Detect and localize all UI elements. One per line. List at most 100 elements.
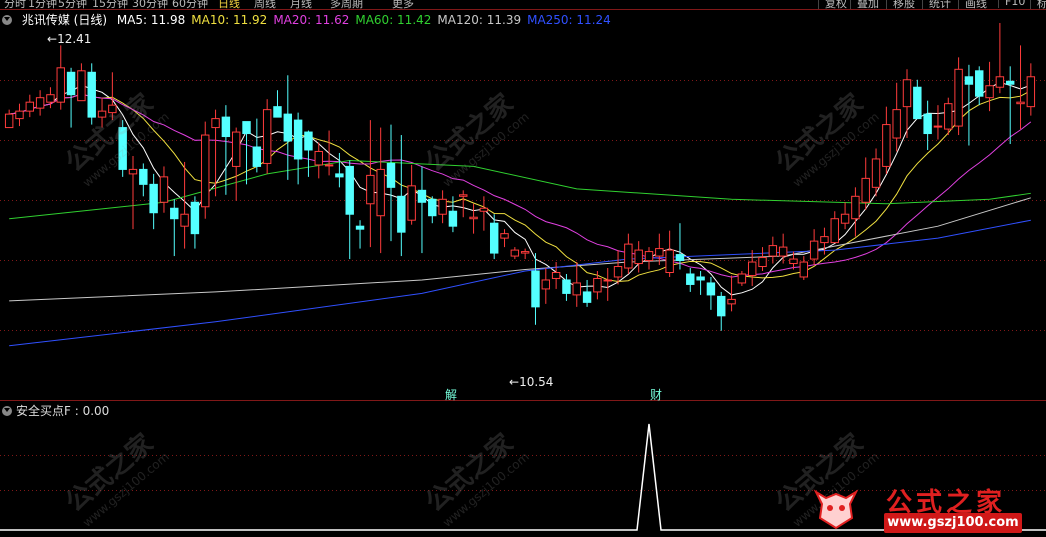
low-price-label: ←10.54: [509, 375, 554, 389]
grid: [0, 9, 1046, 491]
candle: [448, 210, 458, 227]
candle: [345, 165, 354, 215]
candle: [923, 113, 932, 135]
candle: [551, 271, 561, 279]
candle: [293, 119, 303, 160]
candle: [190, 201, 200, 235]
candle: [727, 298, 736, 305]
candle: [417, 189, 427, 203]
candle: [964, 76, 974, 85]
candle: [995, 76, 1005, 88]
candle: [252, 146, 262, 167]
candle: [840, 213, 850, 224]
candle: [324, 164, 334, 167]
bull-logo-icon: [813, 489, 859, 530]
candle: [520, 251, 530, 254]
candle: [459, 194, 468, 197]
candle: [541, 279, 551, 290]
candle: [314, 150, 323, 166]
candle: [1016, 101, 1025, 105]
candle: [717, 295, 726, 317]
candle: [201, 134, 210, 208]
candle: [820, 236, 829, 244]
candle: [77, 70, 86, 102]
candle: [386, 162, 396, 188]
candle: [25, 101, 35, 112]
candle: [128, 168, 138, 175]
candle: [882, 124, 891, 167]
candle: [221, 116, 231, 138]
candle: [35, 97, 45, 109]
chevron-down-icon[interactable]: [2, 406, 12, 416]
candle: [913, 86, 922, 120]
candle: [985, 85, 994, 99]
candle: [66, 71, 76, 96]
candle: [758, 257, 767, 268]
candle: [170, 207, 179, 220]
candle: [634, 249, 643, 265]
stock-name: 兆讯传媒 (日线): [21, 13, 108, 27]
indicator-legend-text: 安全买点F : 0.00: [16, 404, 110, 418]
candle: [933, 125, 943, 128]
ma-legend-item: MA120: 11.39: [437, 13, 522, 27]
candle: [180, 213, 189, 227]
candle: [87, 71, 96, 118]
candle: [851, 195, 860, 220]
candle: [159, 176, 169, 203]
candle: [355, 225, 365, 230]
candle: [737, 273, 747, 284]
candle: [655, 248, 664, 257]
candle: [975, 70, 984, 97]
candle: [15, 110, 24, 120]
candle: [273, 106, 282, 118]
candle: [944, 103, 953, 130]
candle: [479, 207, 489, 212]
candle: [242, 121, 251, 135]
candle: [283, 113, 293, 142]
high-price-label: ←12.41: [47, 32, 92, 46]
candle: [1026, 76, 1036, 108]
candle: [778, 246, 788, 257]
candle: [531, 270, 540, 308]
indicator-legend: 安全买点F : 0.00: [2, 402, 109, 419]
ma-legend-item: MA10: 11.92: [191, 13, 268, 27]
event-marker-cai[interactable]: 财: [650, 386, 662, 403]
ma-legend: MA5: 11.98 MA10: 11.92 MA20: 11.62 MA60: 11…: [117, 13, 617, 27]
candle: [644, 251, 654, 262]
chevron-down-icon[interactable]: [2, 15, 12, 25]
candle: [892, 109, 901, 139]
candle: [500, 233, 509, 239]
candle: [686, 273, 695, 285]
candle: [438, 198, 447, 215]
event-marker-jie[interactable]: 解: [445, 386, 457, 403]
candle: [489, 222, 499, 254]
candle: [768, 245, 778, 257]
candle: [799, 261, 809, 278]
candle: [469, 216, 478, 220]
candle: [861, 177, 870, 203]
candle: [149, 183, 158, 214]
candle: [304, 131, 313, 151]
candle: [665, 249, 674, 273]
candle: [675, 254, 685, 262]
candle: [428, 198, 437, 217]
candle: [1005, 80, 1015, 85]
candle: [562, 279, 571, 294]
candle: [902, 79, 912, 108]
candle: [809, 240, 819, 260]
candle: [582, 291, 592, 303]
candle: [56, 67, 65, 103]
candle: [603, 279, 612, 282]
candle: [262, 109, 272, 164]
ma-legend-item: MA60: 11.42: [355, 13, 432, 27]
candle: [747, 261, 757, 276]
candle: [211, 118, 220, 129]
main-legend: 兆讯传媒 (日线) MA5: 11.98 MA10: 11.92 MA20: 11.…: [2, 11, 623, 28]
ma-legend-item: MA20: 11.62: [273, 13, 350, 27]
candle: [954, 68, 963, 127]
candle: [613, 266, 623, 278]
candle: [335, 173, 344, 178]
low-price-value: 10.54: [519, 375, 554, 389]
ma-legend-item: MA250: 11.24: [527, 13, 611, 27]
ma-line: [9, 197, 1031, 302]
